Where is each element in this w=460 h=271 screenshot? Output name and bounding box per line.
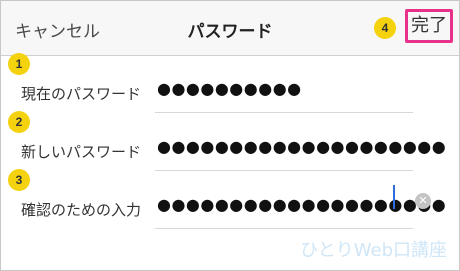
annotation-badge-3: 3 [8,169,30,191]
confirm-password-label: 確認のための入力 [21,201,142,219]
annotation-badge-1: 1 [8,53,30,75]
done-button[interactable]: 完了 [405,9,453,43]
watermark-logo: ひとりWeb口講座 [300,240,447,261]
new-password-field[interactable]: ●●●●●●●●●●●●●●●●●●●● [157,137,446,156]
row-divider [155,228,413,229]
confirm-password-field[interactable]: ●●●●●●●●●●●●●●●●●●●● [157,195,446,214]
current-password-label: 現在のパスワード [21,85,142,103]
password-change-screen: キャンセル パスワード 完了 4 現在のパスワード ●●●●●●●●●● 1 新… [0,0,460,271]
current-password-row: 現在のパスワード ●●●●●●●●●● [1,55,459,113]
clear-text-button[interactable]: ✕ [415,193,431,209]
new-password-row: 新しいパスワード ●●●●●●●●●●●●●●●●●●●● [1,113,459,171]
annotation-badge-2: 2 [8,111,30,133]
confirm-password-row: 確認のための入力 ●●●●●●●●●●●●●●●●●●●● [1,171,459,229]
annotation-badge-4: 4 [374,17,396,39]
text-cursor [393,185,395,209]
new-password-label: 新しいパスワード [21,143,142,161]
current-password-field[interactable]: ●●●●●●●●●● [157,79,302,98]
